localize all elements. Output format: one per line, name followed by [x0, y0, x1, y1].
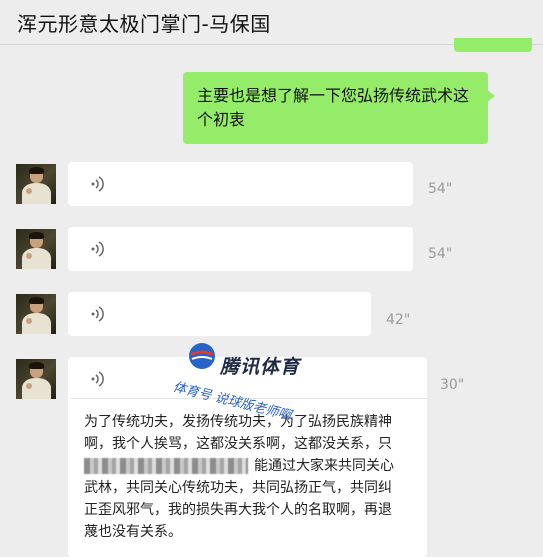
- tencent-sports-logo-icon: [189, 343, 215, 369]
- watermark-brand: 腾讯体育: [220, 356, 301, 378]
- transcript-line: 武林，共同关心传统功夫，共同弘扬正气，共同纠: [84, 480, 392, 496]
- voice-message-bubble[interactable]: [68, 292, 371, 336]
- transcript-line: 能通过大家来共同关心: [84, 456, 394, 476]
- avatar[interactable]: [16, 294, 56, 334]
- previous-sent-bubble: [454, 38, 532, 52]
- voice-wave-icon: [91, 241, 104, 257]
- transcript-line: 蔑也没有关系。: [84, 524, 182, 540]
- avatar[interactable]: [16, 229, 56, 269]
- voice-duration: 30": [440, 377, 465, 393]
- chat-title: 浑元形意太极门掌门-马保国: [17, 12, 271, 36]
- voice-duration: 54": [428, 246, 453, 262]
- avatar[interactable]: [16, 359, 56, 399]
- redacted-text: [84, 458, 248, 474]
- voice-message-bubble[interactable]: [68, 227, 413, 271]
- voice-duration: 54": [428, 181, 453, 197]
- sent-message-bubble[interactable]: 主要也是想了解一下您弘扬传统武术这个初衷: [183, 72, 495, 144]
- voice-duration: 42": [386, 312, 411, 328]
- voice-wave-icon: [91, 176, 104, 192]
- voice-message-bubble[interactable]: [68, 162, 413, 206]
- voice-wave-icon: [91, 371, 104, 387]
- sent-message-text: 主要也是想了解一下您弘扬传统武术这个初衷: [197, 86, 470, 129]
- tencent-sports-watermark: 腾讯体育 体育号 说球版老师啊: [171, 342, 346, 428]
- avatar[interactable]: [16, 164, 56, 204]
- voice-wave-icon: [91, 306, 104, 322]
- transcript-line-tail: 能通过大家来共同关心: [254, 458, 394, 474]
- transcript-line: 啊，我个人挨骂，这都没关系啊，这都没关系，只: [84, 436, 392, 452]
- watermark-sub: 体育号 说球版老师啊: [171, 379, 293, 424]
- transcript-line: 正歪风邪气，我的损失再大我个人的名取啊，再退: [84, 502, 392, 518]
